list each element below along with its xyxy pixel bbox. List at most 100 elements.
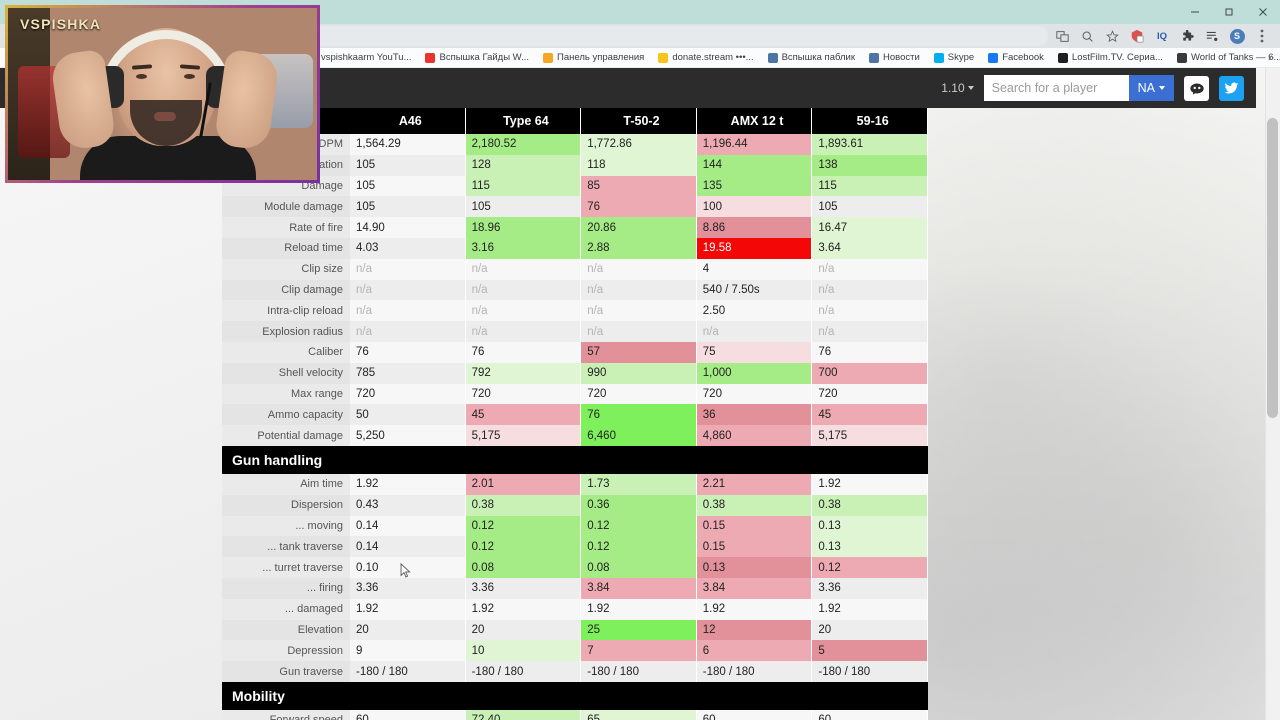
bookmark-item[interactable]: Новости [862, 48, 927, 68]
table-cell: 105 [350, 154, 466, 176]
table-cell: 36 [696, 404, 813, 426]
table-cell: 3.84 [581, 577, 697, 599]
table-cell: 0.36 [581, 494, 697, 516]
table-cell: 105 [812, 196, 928, 218]
table-cell: 0.12 [465, 536, 582, 558]
table-cell: 105 [350, 175, 466, 197]
table-cell: 0.08 [465, 557, 582, 578]
maximize-button[interactable] [1212, 0, 1246, 24]
table-row: Elevation 20 20 25 12 20 [222, 619, 928, 641]
table-cell: 6 [696, 640, 813, 662]
bookmark-item[interactable]: donate.stream •••... [651, 48, 760, 68]
column-header-amx-12-t[interactable]: AMX 12 t [697, 108, 813, 134]
row-label: Explosion radius [222, 321, 350, 342]
minimize-button[interactable] [1178, 0, 1212, 24]
table-cell: 1.73 [581, 473, 697, 495]
reading-list-icon[interactable] [1204, 28, 1220, 44]
translate-icon[interactable] [1054, 28, 1070, 44]
table-row: Explosion radius n/a n/a n/a n/a n/a [222, 321, 928, 342]
table-cell: 0.43 [350, 494, 466, 516]
table-cell: 20 [350, 619, 466, 641]
table-row: Intra-clip reload n/a n/a n/a 2.50 n/a [222, 300, 928, 322]
table-row: Dispersion 0.43 0.38 0.36 0.38 0.38 [222, 494, 928, 516]
mouse-cursor [400, 563, 411, 578]
table-cell: 3.84 [696, 577, 813, 599]
search-input[interactable] [983, 75, 1129, 101]
table-row: Forward speed6072.40656060 [222, 709, 928, 720]
bookmark-item[interactable]: Панель управления [536, 48, 651, 68]
table-cell: 2.88 [581, 237, 697, 259]
table-cell: -180 / 180 [350, 661, 466, 682]
kebab-menu-icon[interactable] [1254, 28, 1270, 44]
bookmark-item[interactable]: Вспышка Гайды W... [418, 48, 536, 68]
table-cell: 60 [696, 709, 813, 720]
table-cell: 1,564.29 [350, 134, 466, 155]
scrollbar-thumb[interactable] [1267, 118, 1278, 418]
profile-avatar[interactable]: S [1229, 28, 1245, 44]
d-icon [543, 52, 554, 63]
table-row: ... firing 3.36 3.36 3.84 3.84 3.36 [222, 577, 928, 599]
table-cell: n/a [581, 321, 697, 342]
table-row: Damage 105 115 85 135 115 [222, 175, 928, 197]
row-label: ... firing [222, 577, 350, 599]
row-label: ... moving [222, 515, 350, 537]
table-cell: 105 [350, 196, 466, 218]
table-cell: 0.15 [696, 536, 813, 558]
table-cell: 0.14 [350, 536, 466, 558]
page-scrollbar[interactable] [1265, 68, 1280, 720]
row-label: Depression [222, 640, 350, 662]
table-cell: 0.38 [465, 494, 582, 516]
region-selector[interactable]: NA [1128, 75, 1174, 101]
table-cell: 72.40 [465, 709, 582, 720]
row-label: Gun traverse [222, 661, 350, 682]
lostfilm-icon [1057, 52, 1068, 63]
table-cell: 138 [812, 154, 928, 176]
column-header-59-16[interactable]: 59-16 [812, 108, 928, 134]
puzzle-extension-icon[interactable] [1179, 28, 1195, 44]
table-cell: 144 [696, 154, 813, 176]
table-row: Module damage 105 105 76 100 105 [222, 196, 928, 218]
facebook-icon [988, 52, 999, 63]
discord-icon[interactable] [1184, 75, 1209, 101]
table-cell: n/a [465, 258, 582, 280]
bookmark-item[interactable]: LostFilm.TV. Сериа... [1051, 48, 1170, 68]
table-cell: n/a [350, 279, 466, 301]
table-cell: 19.58 [696, 237, 813, 259]
adblock-icon[interactable] [1129, 28, 1145, 44]
column-header-a46[interactable]: A46 [350, 108, 466, 134]
iq-extension-icon[interactable]: IQ [1154, 28, 1170, 44]
streamer-mouth [154, 112, 176, 121]
table-cell: 5,175 [812, 425, 928, 446]
column-header-type-64[interactable]: Type 64 [466, 108, 582, 134]
table-row: Aim time 1.92 2.01 1.73 2.21 1.92 [222, 473, 928, 495]
row-label: Ammo capacity [222, 404, 350, 426]
version-selector[interactable]: 1.10 [941, 81, 974, 95]
browser-window: x-12-t~59-16 IQ S vspishkaarm YouTu...Вс… [0, 0, 1280, 720]
table-cell: 720 [465, 383, 582, 405]
window-controls [1178, 0, 1280, 24]
bookmark-item[interactable]: Вспышка паблик [761, 48, 862, 68]
table-cell: 20 [812, 619, 928, 641]
table-cell: 0.12 [581, 515, 697, 537]
search-page-icon[interactable] [1079, 28, 1095, 44]
bookmarks-overflow-icon[interactable]: » [1268, 52, 1274, 64]
table-cell: 1.92 [812, 473, 928, 495]
table-cell: 65 [581, 709, 697, 720]
table-cell: 4,860 [696, 425, 813, 446]
table-cell: 1.92 [350, 598, 466, 620]
row-label: ... damaged [222, 598, 350, 620]
bookmark-label: World of Tanks — 6... [1190, 52, 1280, 63]
table-cell: 7 [581, 640, 697, 662]
column-header-t-50-2[interactable]: T-50-2 [581, 108, 697, 134]
bookmark-star-icon[interactable] [1104, 28, 1120, 44]
close-button[interactable] [1246, 0, 1280, 24]
bookmark-item[interactable]: World of Tanks — 6... [1170, 48, 1280, 68]
bookmark-label: Вспышка Гайды W... [439, 52, 530, 63]
row-label: Intra-clip reload [222, 300, 350, 322]
bookmark-item[interactable]: Skype [927, 48, 981, 68]
table-cell: 1.92 [581, 598, 697, 620]
table-cell: 25 [581, 619, 697, 641]
twitter-icon[interactable] [1219, 75, 1244, 101]
player-search: NA [983, 75, 1174, 101]
bookmark-item[interactable]: Facebook [981, 48, 1051, 68]
